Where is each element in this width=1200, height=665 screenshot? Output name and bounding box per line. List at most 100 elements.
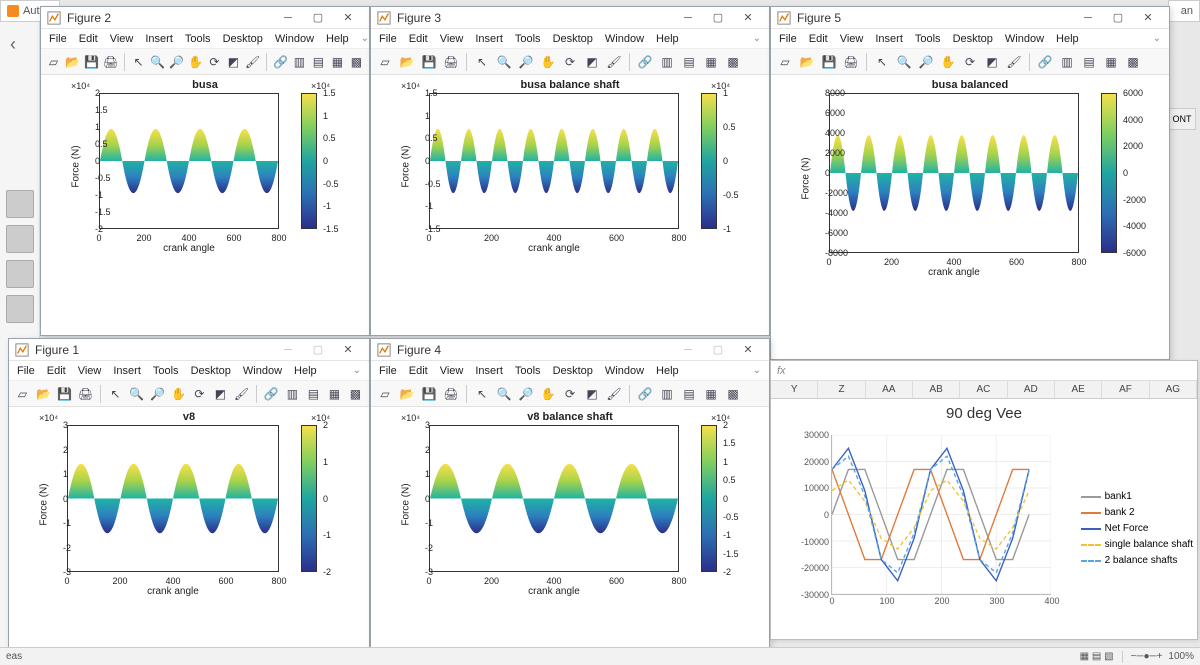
save-icon[interactable]: 💾 xyxy=(419,384,439,404)
zoom-in-icon[interactable]: 🔍 xyxy=(894,52,914,72)
legend-entry[interactable]: bank1 xyxy=(1081,489,1193,505)
grid-icon[interactable]: ▦ xyxy=(329,52,346,72)
print-icon[interactable]: 🖨 xyxy=(76,384,95,404)
axes[interactable] xyxy=(829,93,1079,253)
grid-icon[interactable]: ▦ xyxy=(701,52,721,72)
rotate-icon[interactable]: ⟳ xyxy=(560,384,580,404)
zoom-in-icon[interactable]: 🔍 xyxy=(494,384,514,404)
pan-icon[interactable]: ✋ xyxy=(538,384,558,404)
new-icon[interactable]: ▱ xyxy=(45,52,62,72)
menu-insert[interactable]: Insert xyxy=(875,33,903,45)
col-header[interactable]: AC xyxy=(960,381,1007,398)
col-header[interactable]: AG xyxy=(1150,381,1197,398)
new-icon[interactable]: ▱ xyxy=(375,52,395,72)
menu-desktop[interactable]: Desktop xyxy=(953,33,993,45)
titlebar[interactable]: Figure 4 ─ ▢ ✕ xyxy=(371,339,769,361)
maximize-button[interactable]: ▢ xyxy=(303,9,333,27)
menu-desktop[interactable]: Desktop xyxy=(553,33,593,45)
figure-window-fig1[interactable]: Figure 1 ─ ▢ ✕ FileEditViewInsertToolsDe… xyxy=(8,338,370,663)
legend-entry[interactable]: single balance shaft xyxy=(1081,537,1193,553)
menu-desktop[interactable]: Desktop xyxy=(223,33,263,45)
excel-legend[interactable]: bank1bank 2Net Forcesingle balance shaft… xyxy=(1081,489,1193,569)
grid-icon[interactable]: ▦ xyxy=(1101,52,1121,72)
zoom-in-icon[interactable]: 🔍 xyxy=(494,52,514,72)
colorbar-icon[interactable]: ▥ xyxy=(657,384,677,404)
col-header[interactable]: Z xyxy=(818,381,865,398)
menu-view[interactable]: View xyxy=(440,33,464,45)
grid2-icon[interactable]: ▩ xyxy=(1123,52,1143,72)
menu-window[interactable]: Window xyxy=(605,33,644,45)
thumbnail-4[interactable] xyxy=(6,295,34,323)
col-header[interactable]: Y xyxy=(771,381,818,398)
grid2-icon[interactable]: ▩ xyxy=(348,52,365,72)
legend-icon[interactable]: ▤ xyxy=(1079,52,1099,72)
formula-bar[interactable]: fx xyxy=(771,361,1197,381)
close-button[interactable]: ✕ xyxy=(733,9,763,27)
colorbar[interactable] xyxy=(701,425,717,572)
rotate-icon[interactable]: ⟳ xyxy=(190,384,209,404)
datatip-icon[interactable]: ◩ xyxy=(982,52,1002,72)
arrow-icon[interactable]: ↖ xyxy=(472,384,492,404)
pan-icon[interactable]: ✋ xyxy=(187,52,204,72)
menu-edit[interactable]: Edit xyxy=(79,33,98,45)
pan-icon[interactable]: ✋ xyxy=(938,52,958,72)
pan-icon[interactable]: ✋ xyxy=(169,384,188,404)
legend-icon[interactable]: ▤ xyxy=(679,52,699,72)
minimize-button[interactable]: ─ xyxy=(1073,9,1103,27)
legend-entry[interactable]: bank 2 xyxy=(1081,505,1193,521)
close-button[interactable]: ✕ xyxy=(733,341,763,359)
legend-icon[interactable]: ▤ xyxy=(304,384,323,404)
print-icon[interactable]: 🖨 xyxy=(441,384,461,404)
menu-help[interactable]: Help xyxy=(326,33,349,45)
toolbar[interactable]: ▱📂💾🖨↖🔍🔎✋⟳◩🖌🔗▥▤▦▩ xyxy=(371,49,769,75)
legend-entry[interactable]: 2 balance shafts xyxy=(1081,553,1193,569)
menu-tools[interactable]: Tools xyxy=(515,33,541,45)
thumbnail-2[interactable] xyxy=(6,225,34,253)
menu-help[interactable]: Help xyxy=(294,365,317,377)
minimize-button[interactable]: ─ xyxy=(273,341,303,359)
menu-tools[interactable]: Tools xyxy=(153,365,179,377)
menu-file[interactable]: File xyxy=(17,365,35,377)
zoom-out-icon[interactable]: 🔎 xyxy=(148,384,167,404)
brush-icon[interactable]: 🖌 xyxy=(244,52,261,72)
figure-window-fig3[interactable]: Figure 3 ─ ▢ ✕ FileEditViewInsertToolsDe… xyxy=(370,6,770,336)
brush-icon[interactable]: 🖌 xyxy=(604,384,624,404)
menu-help[interactable]: Help xyxy=(656,33,679,45)
save-icon[interactable]: 💾 xyxy=(55,384,74,404)
grid-icon[interactable]: ▦ xyxy=(701,384,721,404)
zoom-out-icon[interactable]: 🔎 xyxy=(168,52,185,72)
link-icon[interactable]: 🔗 xyxy=(635,52,655,72)
zoom-out-icon[interactable]: 🔎 xyxy=(516,52,536,72)
axes[interactable] xyxy=(429,93,679,229)
axes[interactable] xyxy=(99,93,279,229)
thumbnail-3[interactable] xyxy=(6,260,34,288)
menu-insert[interactable]: Insert xyxy=(475,33,503,45)
menu-insert[interactable]: Insert xyxy=(113,365,141,377)
menu-insert[interactable]: Insert xyxy=(475,365,503,377)
menu-tools[interactable]: Tools xyxy=(515,365,541,377)
menu-tools[interactable]: Tools xyxy=(915,33,941,45)
back-chevron-icon[interactable]: ‹ xyxy=(10,34,16,55)
thumbnail-1[interactable] xyxy=(6,190,34,218)
rotate-icon[interactable]: ⟳ xyxy=(206,52,223,72)
menu-view[interactable]: View xyxy=(78,365,102,377)
toolbar[interactable]: ▱📂💾🖨↖🔍🔎✋⟳◩🖌🔗▥▤▦▩ xyxy=(371,381,769,407)
datatip-icon[interactable]: ◩ xyxy=(225,52,242,72)
col-header[interactable]: AE xyxy=(1055,381,1102,398)
colorbar[interactable] xyxy=(301,93,317,229)
toolbar[interactable]: ▱📂💾🖨↖🔍🔎✋⟳◩🖌🔗▥▤▦▩ xyxy=(41,49,369,75)
new-icon[interactable]: ▱ xyxy=(13,384,32,404)
zoom-in-icon[interactable]: 🔍 xyxy=(127,384,146,404)
colorbar[interactable] xyxy=(1101,93,1117,253)
axes[interactable] xyxy=(67,425,279,572)
menu-desktop[interactable]: Desktop xyxy=(553,365,593,377)
menu-file[interactable]: File xyxy=(49,33,67,45)
datatip-icon[interactable]: ◩ xyxy=(582,52,602,72)
brush-icon[interactable]: 🖌 xyxy=(1004,52,1024,72)
legend-icon[interactable]: ▤ xyxy=(679,384,699,404)
menu-dropdown-icon[interactable]: ⌄ xyxy=(353,365,361,376)
open-icon[interactable]: 📂 xyxy=(34,384,53,404)
zoom-in-icon[interactable]: 🔍 xyxy=(149,52,166,72)
print-icon[interactable]: 🖨 xyxy=(841,52,861,72)
colorbar-icon[interactable]: ▥ xyxy=(283,384,302,404)
